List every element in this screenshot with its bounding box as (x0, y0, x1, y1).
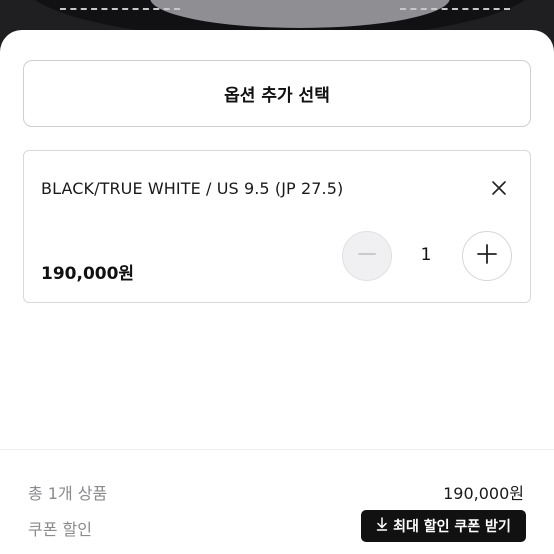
option-name: BLACK/TRUE WHITE / US 9.5 (JP 27.5) (41, 179, 344, 198)
quantity-decrease-button[interactable] (342, 231, 392, 281)
coupon-discount-label: 쿠폰 할인 (28, 520, 92, 539)
option-price: 190,000원 (41, 264, 135, 284)
quantity-value: 1 (420, 245, 432, 265)
coupon-button-label: 최대 할인 쿠폰 받기 (393, 519, 511, 535)
total-price: 190,000원 (443, 484, 524, 503)
option-bottom-sheet: 옵션 추가 선택 BLACK/TRUE WHITE / US 9.5 (JP 2… (0, 30, 554, 554)
minus-icon (357, 244, 377, 268)
close-icon[interactable] (488, 177, 510, 199)
download-icon (376, 517, 388, 535)
plus-icon (476, 243, 498, 269)
total-count-label: 총 1개 상품 (28, 484, 108, 503)
summary-divider (0, 449, 554, 450)
option-add-select-button[interactable]: 옵션 추가 선택 (23, 60, 531, 127)
shoe-stitching (60, 8, 180, 10)
shoe-stitching (400, 8, 510, 10)
selected-option-card: BLACK/TRUE WHITE / US 9.5 (JP 27.5) 190,… (23, 150, 531, 303)
get-max-coupon-button[interactable]: 최대 할인 쿠폰 받기 (361, 510, 526, 542)
quantity-increase-button[interactable] (462, 231, 512, 281)
